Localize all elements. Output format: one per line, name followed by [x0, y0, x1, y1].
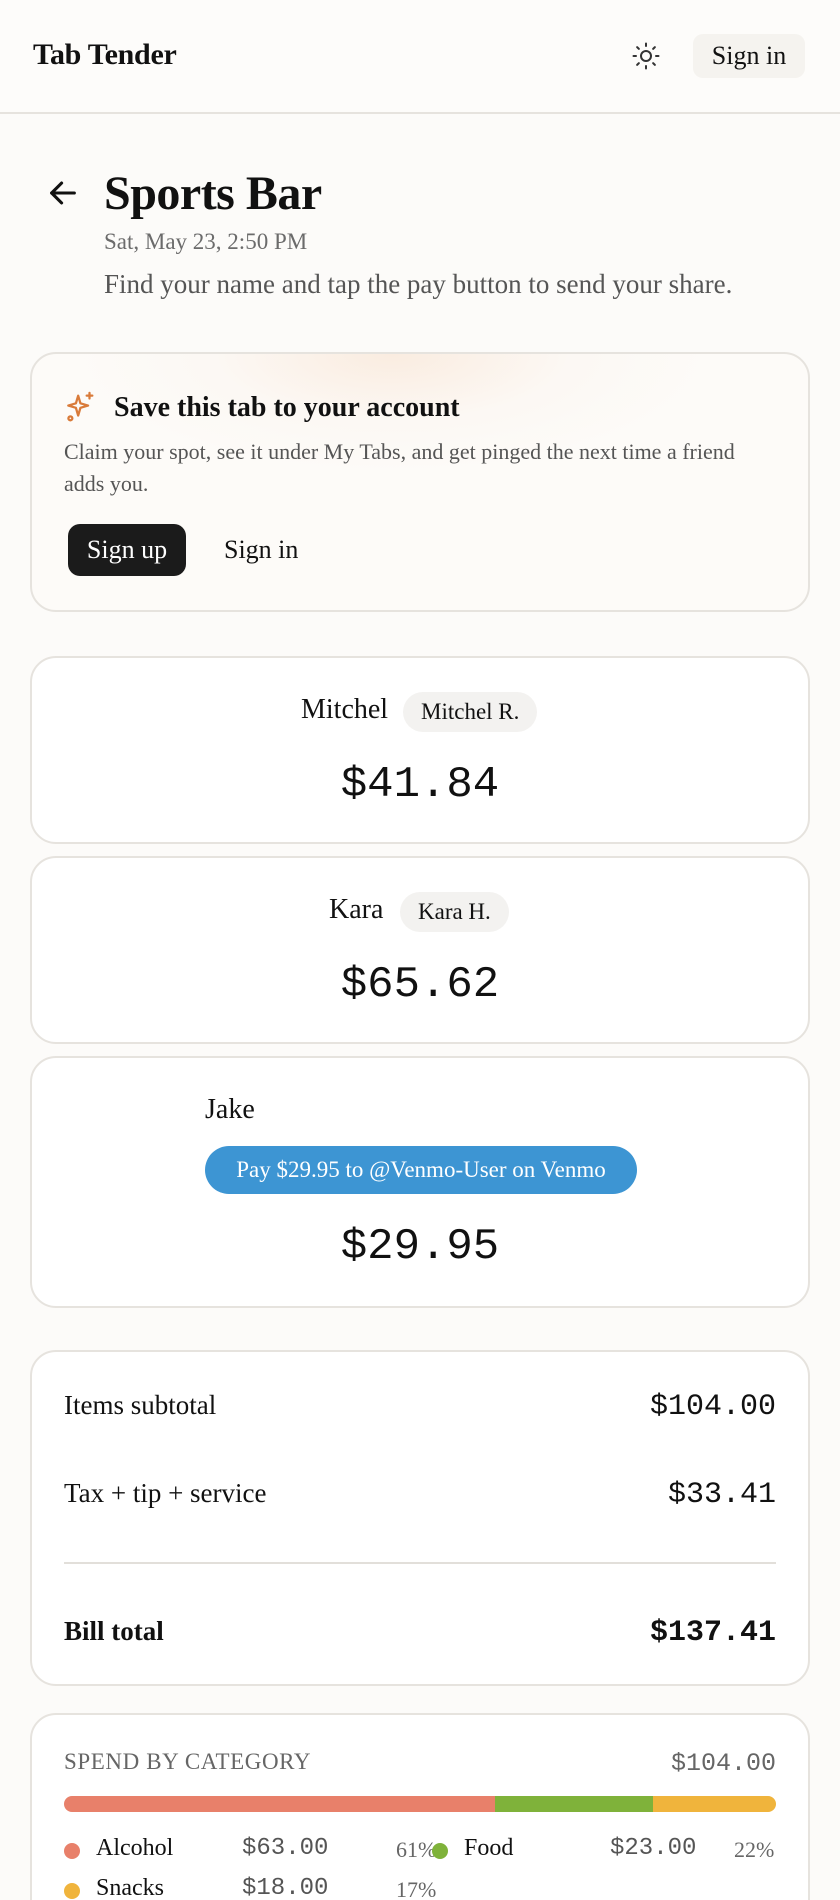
spend-bar-segment-food	[495, 1796, 653, 1812]
page-title: Sports Bar	[104, 167, 322, 220]
header-signin-button[interactable]: Sign in	[693, 34, 805, 78]
person-amount: $29.95	[340, 1222, 500, 1272]
person-claim-chip: Kara H.	[400, 892, 509, 932]
person-name: Kara	[329, 894, 384, 925]
legend-amount: $23.00	[610, 1835, 697, 1862]
bill-totals-card: Items subtotal $104.00 Tax + tip + servi…	[30, 1350, 810, 1686]
legend-percent: 61%	[396, 1837, 437, 1862]
promo-signin-button[interactable]: Sign in	[212, 524, 310, 576]
legend-percent: 17%	[396, 1877, 437, 1900]
promo-title: Save this tab to your account	[114, 392, 460, 423]
subtotal-value: $104.00	[649, 1390, 776, 1424]
legend-label: Snacks	[96, 1875, 164, 1900]
legend-dot	[64, 1883, 80, 1899]
legend-label: Food	[464, 1835, 514, 1861]
spend-by-category-card: SPEND BY CATEGORY $104.00 Alcohol $63.00…	[30, 1713, 810, 1900]
person-card-jake[interactable]: Jake Pay $29.95 to @Venmo-User on Venmo …	[30, 1056, 810, 1308]
spend-bar-segment-snacks	[652, 1796, 776, 1812]
venmo-pay-button[interactable]: Pay $29.95 to @Venmo-User on Venmo	[205, 1146, 637, 1194]
top-header: Tab Tender Sign in	[0, 0, 840, 114]
person-card-kara[interactable]: Kara Kara H. $65.62	[30, 856, 810, 1044]
theme-toggle-button[interactable]	[626, 38, 666, 74]
extras-label: Tax + tip + service	[64, 1478, 267, 1508]
spend-total: $104.00	[670, 1749, 776, 1778]
spend-title: SPEND BY CATEGORY	[64, 1749, 312, 1774]
legend-percent: 22%	[734, 1837, 775, 1862]
person-amount: $41.84	[340, 760, 500, 810]
legend-label: Alcohol	[96, 1835, 174, 1861]
promo-description: Claim your spot, see it under My Tabs, a…	[64, 439, 735, 496]
page-date: Sat, May 23, 2:50 PM	[104, 229, 308, 254]
person-name: Mitchel	[301, 694, 389, 725]
legend-item-alcohol: Alcohol $63.00 61%	[64, 1833, 436, 1863]
bill-total-label: Bill total	[64, 1616, 164, 1646]
sun-icon	[632, 42, 660, 70]
person-claim-chip: Mitchel R.	[403, 692, 538, 732]
legend-item-food: Food $23.00 22%	[432, 1833, 782, 1863]
sparkles-icon	[67, 391, 94, 422]
page-subtitle: Find your name and tap the pay button to…	[104, 269, 733, 299]
bill-total-value: $137.41	[649, 1616, 776, 1650]
spend-bar-segment-alcohol	[64, 1796, 496, 1812]
back-button[interactable]	[46, 176, 80, 210]
person-amount: $65.62	[340, 960, 500, 1010]
arrow-left-icon	[50, 181, 76, 205]
legend-dot	[64, 1843, 80, 1859]
extras-value: $33.41	[667, 1478, 776, 1512]
legend-dot	[432, 1843, 448, 1859]
signup-button[interactable]: Sign up	[68, 524, 186, 576]
brand-logo[interactable]: Tab Tender	[33, 38, 177, 72]
legend-item-snacks: Snacks $18.00 17%	[64, 1873, 436, 1900]
legend-amount: $63.00	[242, 1835, 329, 1862]
subtotal-label: Items subtotal	[64, 1390, 217, 1420]
spend-stacked-bar	[64, 1796, 776, 1812]
legend-amount: $18.00	[242, 1875, 329, 1900]
person-name: Jake	[205, 1094, 255, 1125]
save-tab-card: Save this tab to your account Claim your…	[30, 352, 810, 612]
totals-divider	[64, 1562, 776, 1564]
person-card-mitchel[interactable]: Mitchel Mitchel R. $41.84	[30, 656, 810, 844]
